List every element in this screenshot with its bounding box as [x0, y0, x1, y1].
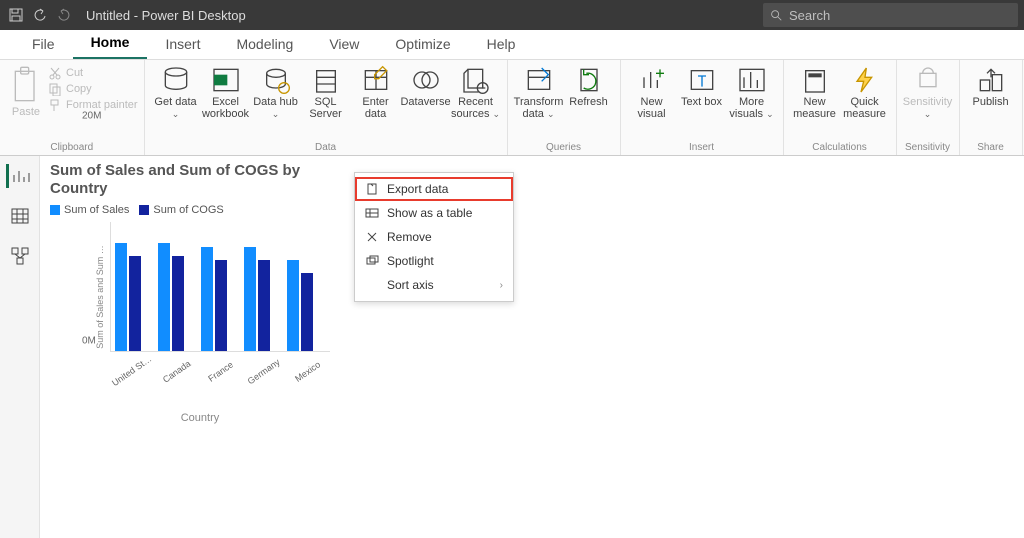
menu-spotlight[interactable]: Spotlight	[355, 249, 513, 273]
cut-button[interactable]: Cut	[48, 66, 138, 80]
bar[interactable]	[258, 260, 270, 351]
bar-group[interactable]	[158, 243, 197, 351]
group-sensitivity: Sensitivity⌄ Sensitivity	[897, 60, 960, 155]
group-label-calc: Calculations	[812, 142, 866, 155]
group-insert: New visual Text box More visuals ⌄ Inser…	[621, 60, 784, 155]
bar[interactable]	[287, 260, 299, 351]
group-label-queries: Queries	[546, 142, 581, 155]
title-bar: Untitled - Power BI Desktop Search	[0, 0, 1024, 30]
search-placeholder: Search	[789, 8, 830, 23]
tab-view[interactable]: View	[311, 30, 377, 59]
bar[interactable]	[158, 243, 170, 351]
report-view-icon[interactable]	[6, 164, 34, 188]
data-hub-button[interactable]: Data hub ⌄	[251, 62, 301, 120]
search-box[interactable]: Search	[763, 3, 1018, 27]
redo-icon[interactable]	[56, 7, 72, 23]
group-label-insert: Insert	[689, 142, 714, 155]
excel-button[interactable]: Excel workbook	[201, 62, 251, 120]
legend-swatch-cogs	[139, 205, 149, 215]
chart-plot: Sum of Sales and Sum … 20M0M United St…C…	[70, 222, 330, 372]
bar[interactable]	[172, 256, 184, 351]
y-tick: 0M	[82, 336, 96, 347]
legend-label-cogs: Sum of COGS	[153, 204, 223, 216]
bar[interactable]	[244, 247, 256, 351]
sensitivity-button[interactable]: Sensitivity⌄	[903, 62, 953, 120]
tab-optimize[interactable]: Optimize	[377, 30, 468, 59]
x-axis-label: Country	[50, 412, 350, 424]
new-measure-button[interactable]: New measure	[790, 62, 840, 120]
ribbon: Paste Cut Copy Format painter Clipboard …	[0, 60, 1024, 156]
menu-export-data[interactable]: Export data	[355, 177, 513, 201]
save-icon[interactable]	[8, 7, 24, 23]
y-tick: 20M	[82, 110, 101, 121]
more-visuals-button[interactable]: More visuals ⌄	[727, 62, 777, 120]
window-title: Untitled - Power BI Desktop	[80, 8, 246, 23]
group-clipboard: Paste Cut Copy Format painter Clipboard	[0, 60, 145, 155]
group-calculations: New measure Quick measure Calculations	[784, 60, 897, 155]
bar[interactable]	[201, 247, 213, 351]
legend-swatch-sales	[50, 205, 60, 215]
x-tick: United St…	[110, 354, 153, 389]
search-icon	[769, 8, 783, 22]
legend-label-sales: Sum of Sales	[64, 204, 129, 216]
group-share: Publish Share	[960, 60, 1023, 155]
transform-data-button[interactable]: Transform data ⌄	[514, 62, 564, 120]
recent-sources-button[interactable]: Recent sources ⌄	[451, 62, 501, 120]
menu-show-as-table[interactable]: Show as a table	[355, 201, 513, 225]
paste-button[interactable]: Paste	[6, 62, 46, 118]
x-tick: Mexico	[287, 355, 328, 388]
bar-chart-visual[interactable]: Sum of Sales and Sum of COGS by Country …	[50, 156, 350, 424]
copy-button[interactable]: Copy	[48, 82, 138, 96]
data-view-icon[interactable]	[6, 204, 34, 228]
chevron-right-icon: ›	[500, 280, 503, 291]
bar-group[interactable]	[201, 247, 240, 351]
tab-file[interactable]: File	[14, 30, 73, 59]
left-rail	[0, 156, 40, 538]
enter-data-button[interactable]: Enter data	[351, 62, 401, 120]
x-tick: Canada	[156, 355, 197, 388]
bar-group[interactable]	[115, 243, 154, 351]
undo-icon[interactable]	[32, 7, 48, 23]
main-area: Sum of Sales and Sum of COGS by Country …	[0, 156, 1024, 538]
get-data-button[interactable]: Get data ⌄	[151, 62, 201, 120]
group-queries: Transform data ⌄ Refresh Queries	[508, 60, 621, 155]
group-label-data: Data	[315, 142, 336, 155]
bar-group[interactable]	[244, 247, 283, 351]
bar[interactable]	[301, 273, 313, 351]
x-tick: Germany	[243, 355, 284, 388]
bar-group[interactable]	[287, 260, 326, 351]
refresh-button[interactable]: Refresh	[564, 62, 614, 108]
group-data: Get data ⌄ Excel workbook Data hub ⌄ SQL…	[145, 60, 508, 155]
text-box-button[interactable]: Text box	[677, 62, 727, 108]
tab-modeling[interactable]: Modeling	[218, 30, 311, 59]
group-label-share: Share	[977, 142, 1004, 155]
dataverse-button[interactable]: Dataverse	[401, 62, 451, 108]
y-axis-label: Sum of Sales and Sum …	[95, 245, 105, 349]
tab-home[interactable]: Home	[73, 28, 148, 59]
tab-help[interactable]: Help	[469, 30, 534, 59]
bar[interactable]	[115, 243, 127, 351]
publish-button[interactable]: Publish	[966, 62, 1016, 108]
quick-measure-button[interactable]: Quick measure	[840, 62, 890, 120]
tab-insert[interactable]: Insert	[147, 30, 218, 59]
model-view-icon[interactable]	[6, 244, 34, 268]
report-canvas[interactable]: Sum of Sales and Sum of COGS by Country …	[40, 156, 1024, 538]
group-label-sensitivity: Sensitivity	[905, 142, 950, 155]
x-tick: France	[200, 355, 241, 388]
menu-sort-axis[interactable]: Sort axis›	[355, 273, 513, 297]
bar[interactable]	[215, 260, 227, 351]
ribbon-tabs: File Home Insert Modeling View Optimize …	[0, 30, 1024, 60]
chart-title: Sum of Sales and Sum of COGS by Country	[50, 156, 350, 200]
bar[interactable]	[129, 256, 141, 351]
new-visual-button[interactable]: New visual	[627, 62, 677, 120]
sql-server-button[interactable]: SQL Server	[301, 62, 351, 120]
group-label-clipboard: Clipboard	[50, 142, 93, 155]
context-menu: Export data Show as a table Remove Spotl…	[354, 172, 514, 302]
menu-remove[interactable]: Remove	[355, 225, 513, 249]
chart-legend: Sum of Sales Sum of COGS	[50, 200, 350, 222]
